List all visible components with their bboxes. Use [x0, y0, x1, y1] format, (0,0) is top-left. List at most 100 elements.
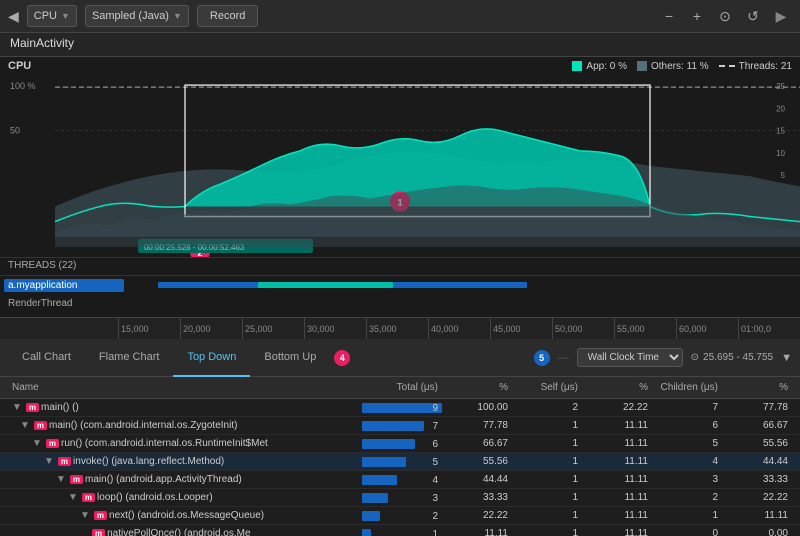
cell-self-0: 2 — [512, 401, 582, 414]
expand-icon-4[interactable]: ▼ — [56, 474, 66, 485]
minus-icon[interactable]: − — [658, 5, 680, 27]
bar-fill-2 — [362, 439, 415, 449]
ruler-label-10: 01:00,0 — [741, 324, 771, 334]
table-header: Name Total (μs) % Self (μs) % Children (… — [0, 377, 800, 399]
th-self: Self (μs) — [512, 380, 582, 395]
cell-bar-3: 5 — [362, 456, 442, 468]
cell-bar-1: 7 — [362, 420, 442, 432]
cell-children-pct-5: 22.22 — [722, 491, 792, 504]
sampled-chevron-icon: ▼ — [173, 11, 182, 21]
table-row[interactable]: ▼ m loop() (android.os.Looper) 3 33.33 1… — [0, 489, 800, 507]
legend-others-label: Others: 11 % — [651, 61, 709, 72]
legend-app-label: App: 0 % — [586, 61, 627, 72]
cpu-legend: App: 0 % Others: 11 % Threads: 21 — [572, 61, 792, 72]
name-text-2: run() (com.android.internal.os.RuntimeIn… — [61, 438, 268, 449]
back-button[interactable]: ◀ — [8, 8, 19, 25]
tab-call-chart[interactable]: Call Chart — [8, 339, 85, 377]
time-range-display: ⊙ 25.695 - 45.755 — [691, 352, 773, 363]
legend-threads-dash — [719, 65, 735, 67]
name-text-7: nativePollOnce() (android.os.Me — [107, 528, 250, 536]
thread-name-app: a.myapplication — [4, 279, 124, 292]
cell-children-5: 2 — [652, 491, 722, 504]
expand-icon-5[interactable]: ▼ — [68, 492, 78, 503]
svg-text:5: 5 — [781, 171, 786, 180]
tab-top-down-label: Top Down — [187, 351, 236, 363]
refresh-icon[interactable]: ↺ — [742, 5, 764, 27]
expand-icon-1[interactable]: ▼ — [20, 420, 30, 431]
th-self-pct: % — [582, 380, 652, 395]
expand-icon-0[interactable]: ▼ — [12, 402, 22, 413]
ruler-label-2: 25,000 — [245, 324, 273, 334]
th-children-pct: % — [722, 380, 792, 395]
circle-icon[interactable]: ⊙ — [714, 5, 736, 27]
bar-fill-7 — [362, 529, 371, 536]
cell-children-7: 0 — [652, 527, 722, 536]
table-section: Name Total (μs) % Self (μs) % Children (… — [0, 377, 800, 536]
wall-clock-separator: — — [558, 352, 569, 364]
sampled-java-dropdown[interactable]: Sampled (Java) ▼ — [85, 5, 189, 27]
cell-name-5: ▼ m loop() (android.os.Looper) — [8, 491, 362, 504]
expand-icon-3[interactable]: ▼ — [44, 456, 54, 467]
cell-self-pct-6: 11.11 — [582, 509, 652, 522]
thread-bar-app — [124, 279, 796, 291]
play-icon[interactable]: ▶ — [770, 5, 792, 27]
ruler-tick-10: 01:00,0 — [738, 318, 800, 339]
sampled-java-label: Sampled (Java) — [92, 10, 169, 22]
name-text-3: invoke() (java.lang.reflect.Method) — [73, 456, 224, 467]
cell-self-pct-5: 11.11 — [582, 491, 652, 504]
table-row[interactable]: ▼ m next() (android.os.MessageQueue) 2 2… — [0, 507, 800, 525]
table-row[interactable]: ▼ m main() () 9 100.00 2 22.22 7 77.78 — [0, 399, 800, 417]
table-row[interactable]: m nativePollOnce() (android.os.Me 1 11.1… — [0, 525, 800, 536]
cell-self-1: 1 — [512, 419, 582, 432]
cell-children-4: 3 — [652, 473, 722, 486]
cell-self-6: 1 — [512, 509, 582, 522]
svg-text:10: 10 — [776, 149, 785, 158]
cell-children-pct-0: 77.78 — [722, 401, 792, 414]
table-row[interactable]: ▼ m main() (com.android.internal.os.Zygo… — [0, 417, 800, 435]
activity-bar: MainActivity — [0, 33, 800, 57]
legend-threads-label: Threads: 21 — [739, 61, 792, 72]
cell-total-pct-4: 44.44 — [442, 473, 512, 486]
expand-icon-6[interactable]: ▼ — [80, 510, 90, 521]
table-row[interactable]: ▼ m main() (android.app.ActivityThread) … — [0, 471, 800, 489]
method-icon-6: m — [94, 511, 107, 520]
cell-total-pct-0: 100.00 — [442, 401, 512, 414]
toolbar: ◀ CPU ▼ Sampled (Java) ▼ Record − + ⊙ ↺ … — [0, 0, 800, 33]
tab-top-down[interactable]: Top Down — [173, 339, 250, 377]
cell-self-pct-0: 22.22 — [582, 401, 652, 414]
method-icon-7: m — [92, 529, 105, 536]
tab-bottom-up[interactable]: Bottom Up — [250, 339, 330, 377]
cell-children-0: 7 — [652, 401, 722, 414]
cell-self-pct-3: 11.11 — [582, 455, 652, 468]
cell-children-2: 5 — [652, 437, 722, 450]
expand-icon-2[interactable]: ▼ — [32, 438, 42, 449]
plus-icon[interactable]: + — [686, 5, 708, 27]
cell-self-pct-7: 11.11 — [582, 527, 652, 536]
ruler-tick-1: 20,000 — [180, 318, 242, 339]
cell-self-pct-2: 11.11 — [582, 437, 652, 450]
table-row[interactable]: ▼ m run() (com.android.internal.os.Runti… — [0, 435, 800, 453]
th-total: Total (μs) — [362, 380, 442, 395]
ruler-label-0: 15,000 — [121, 324, 149, 334]
clock-icon: ⊙ — [691, 352, 699, 363]
filter-icon[interactable]: ▼ — [781, 352, 792, 364]
cell-children-pct-2: 55.56 — [722, 437, 792, 450]
activity-name: MainActivity — [10, 36, 74, 50]
record-button[interactable]: Record — [197, 5, 258, 27]
method-icon-3: m — [58, 457, 71, 466]
cell-children-pct-7: 0.00 — [722, 527, 792, 536]
tab-flame-chart-label: Flame Chart — [99, 351, 160, 363]
cpu-dropdown[interactable]: CPU ▼ — [27, 5, 77, 27]
tab-flame-chart[interactable]: Flame Chart — [85, 339, 174, 377]
cell-name-0: ▼ m main() () — [8, 401, 362, 414]
cpu-label: CPU — [34, 10, 57, 22]
cell-children-pct-4: 33.33 — [722, 473, 792, 486]
cell-self-7: 1 — [512, 527, 582, 536]
bar-fill-5 — [362, 493, 388, 503]
name-text-0: main() () — [41, 402, 79, 413]
ruler-tick-5: 40,000 — [428, 318, 490, 339]
tab-call-chart-label: Call Chart — [22, 351, 71, 363]
cell-total-pct-7: 11.11 — [442, 527, 512, 536]
wall-clock-dropdown[interactable]: Wall Clock Time — [577, 348, 683, 367]
table-row[interactable]: ▼ m invoke() (java.lang.reflect.Method) … — [0, 453, 800, 471]
